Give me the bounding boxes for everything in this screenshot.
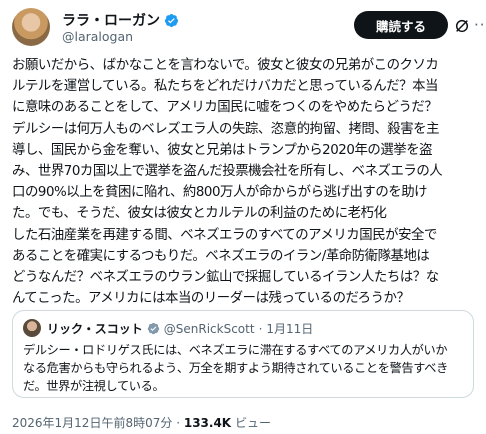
grok-icon[interactable]: [454, 18, 470, 34]
tweet-text: お願いだから、ばかなことを言わないで。彼女と彼女の兄弟がこのクソカ ルテルを運営…: [12, 58, 443, 307]
government-badge-icon: [147, 322, 159, 335]
tweet-timestamp[interactable]: 2026年1月12日午前8時07分: [12, 416, 172, 430]
author-name[interactable]: ララ・ローガン: [62, 10, 160, 30]
views-label: ビュー: [234, 416, 271, 430]
avatar[interactable]: [12, 8, 50, 46]
quoted-tweet[interactable]: リック・スコット @SenRickScott · 1月11日 デルシー・ロドリゲ…: [12, 310, 474, 398]
verified-badge-icon: [164, 13, 179, 27]
author-handle[interactable]: @laralogan: [62, 29, 133, 44]
quote-author-handle[interactable]: @SenRickScott: [164, 322, 255, 336]
quote-separator: ·: [258, 321, 263, 336]
more-icon[interactable]: ···: [474, 16, 486, 34]
quote-text: デルシー・ロドリゲス氏には、ベネズエラに滞在するすべてのアメリカ人がいか なる危…: [23, 343, 448, 393]
quote-date[interactable]: 1月11日: [266, 320, 313, 337]
quote-header: リック・スコット @SenRickScott · 1月11日: [47, 320, 313, 337]
tweet-header: ララ・ローガン @laralogan 購読する ···: [12, 8, 486, 48]
meta-separator: ·: [176, 416, 181, 430]
subscribe-button[interactable]: 購読する: [354, 11, 448, 39]
author-name-row[interactable]: ララ・ローガン: [62, 10, 179, 30]
quote-avatar[interactable]: [23, 319, 41, 337]
tweet-meta: 2026年1月12日午前8時07分 · 133.4K ビュー: [12, 414, 271, 431]
quote-author-name[interactable]: リック・スコット: [47, 320, 143, 337]
views-count: 133.4K: [183, 416, 232, 430]
